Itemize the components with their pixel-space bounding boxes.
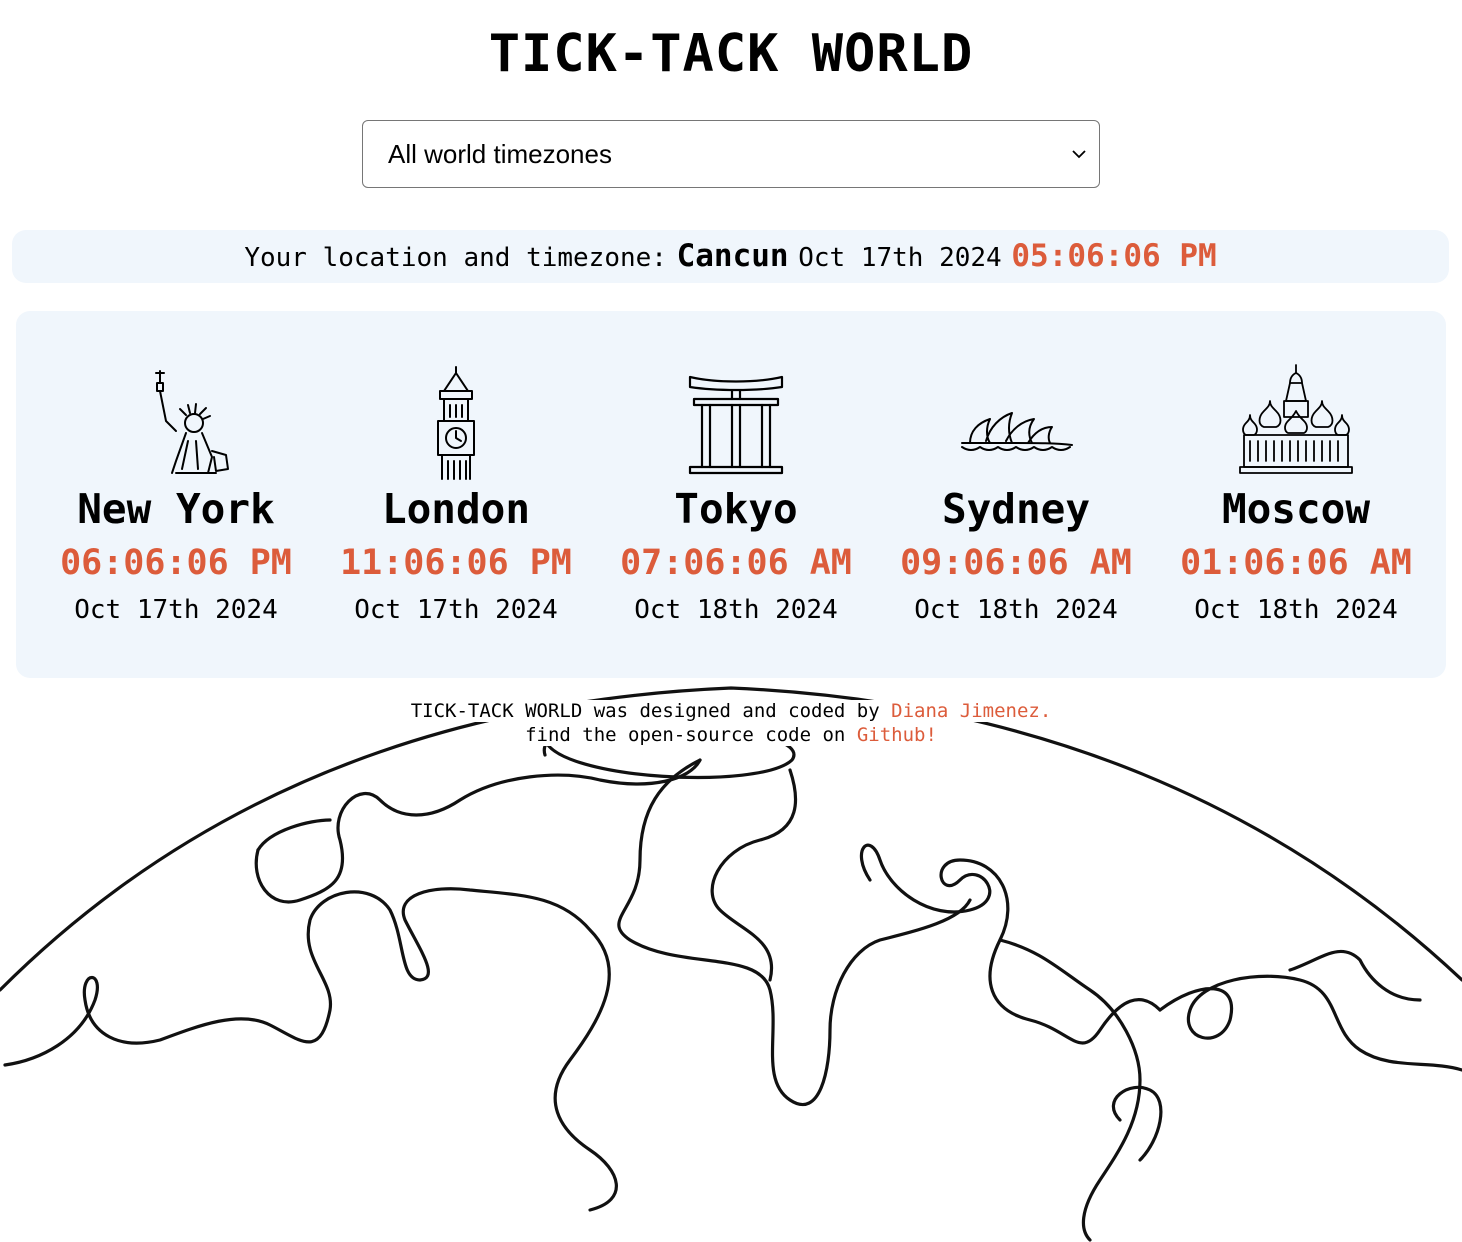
timezone-select[interactable]: All world timezones — [362, 120, 1100, 188]
torii-gate-icon — [688, 375, 784, 475]
city-card-new-york: New York 06:06:06 PM Oct 17th 2024 — [36, 361, 316, 627]
st-basils-cathedral-icon — [1239, 364, 1353, 474]
city-name: London — [381, 485, 531, 533]
location-date: Oct 17th 2024 — [798, 243, 1002, 273]
city-time: 07:06:06 AM — [620, 543, 852, 583]
city-time: 01:06:06 AM — [1180, 543, 1412, 583]
city-time: 11:06:06 PM — [340, 543, 572, 583]
timezone-select-value: All world timezones — [388, 139, 612, 169]
city-name: Moscow — [1221, 485, 1371, 533]
city-card-moscow: Moscow 01:06:06 AM Oct 18th 2024 — [1156, 361, 1436, 627]
footer-credits: TICK-TACK WORLD was designed and coded b… — [0, 699, 1462, 747]
city-date: Oct 18th 2024 — [634, 595, 838, 625]
credits-text: TICK-TACK WORLD was designed and coded b… — [410, 700, 880, 722]
city-date: Oct 18th 2024 — [1194, 595, 1398, 625]
location-time: 05:06:06 PM — [1011, 238, 1217, 274]
user-location-bar: Your location and timezone: Cancun Oct 1… — [12, 230, 1449, 283]
credits-line-2: find the open-source code on Github! — [0, 723, 1462, 747]
page-title: TICK-TACK WORLD — [488, 24, 974, 84]
city-name: Tokyo — [674, 485, 798, 533]
location-city: Cancun — [676, 238, 789, 274]
statue-of-liberty-icon — [155, 370, 229, 474]
city-date: Oct 17th 2024 — [354, 595, 558, 625]
city-date: Oct 17th 2024 — [74, 595, 278, 625]
cities-panel: New York 06:06:06 PM Oct 17th 2024 Londo… — [16, 311, 1446, 678]
city-card-sydney: Sydney 09:06:06 AM Oct 18th 2024 — [876, 361, 1156, 627]
credits-line-1: TICK-TACK WORLD was designed and coded b… — [0, 699, 1462, 723]
source-text: find the open-source code on — [525, 724, 846, 746]
big-ben-icon — [437, 366, 475, 480]
chevron-down-icon — [1072, 150, 1086, 159]
city-time: 06:06:06 PM — [60, 543, 292, 583]
author-link[interactable]: Diana Jimenez. — [891, 700, 1051, 722]
location-label: Your location and timezone: — [244, 243, 667, 273]
city-time: 09:06:06 AM — [900, 543, 1132, 583]
city-card-london: London 11:06:06 PM Oct 17th 2024 — [316, 361, 596, 627]
city-name: Sydney — [941, 485, 1091, 533]
city-card-tokyo: Tokyo 07:06:06 AM Oct 18th 2024 — [596, 361, 876, 627]
city-name: New York — [77, 485, 275, 533]
city-date: Oct 18th 2024 — [914, 595, 1118, 625]
sydney-opera-house-icon — [961, 412, 1073, 451]
globe-line-art — [0, 686, 1462, 1242]
github-link[interactable]: Github! — [857, 724, 937, 746]
